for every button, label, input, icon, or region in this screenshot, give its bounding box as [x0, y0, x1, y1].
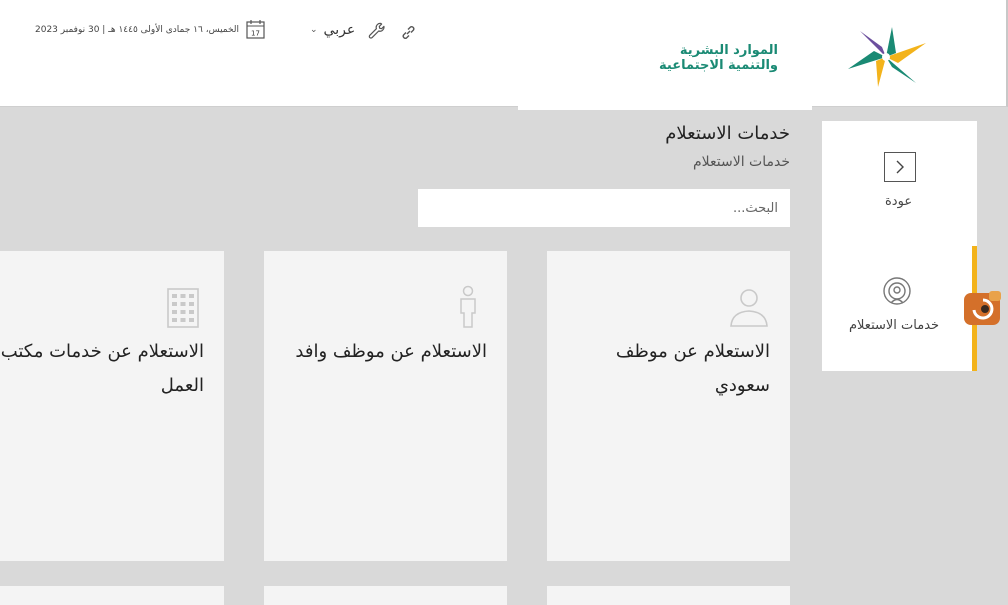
- language-selector[interactable]: ⌄ عربي: [310, 22, 355, 38]
- standing-person-icon: [460, 285, 476, 328]
- card-labor-office-inquiry[interactable]: الاستعلام عن خدمات مكتب العمل: [0, 251, 224, 561]
- inquiry-services-icon[interactable]: [881, 276, 913, 308]
- breadcrumb[interactable]: خدمات الاستعلام: [693, 154, 790, 170]
- card-title: الاستعلام عن موظف وافد: [295, 341, 487, 362]
- calendar-icon[interactable]: 17: [246, 19, 265, 39]
- logo-line-2: والتنمية الاجتماعية: [659, 58, 778, 73]
- search-input[interactable]: [418, 189, 790, 227]
- chat-bot-icon[interactable]: [963, 288, 1003, 328]
- inquiry-services-label[interactable]: خدمات الاستعلام: [849, 318, 939, 333]
- card-next-row[interactable]: [547, 586, 790, 605]
- logo-text: الموارد البشرية والتنمية الاجتماعية: [659, 43, 778, 73]
- back-label[interactable]: عودة: [885, 194, 912, 209]
- top-header: الخميس، ١٦ جمادى الأولى ١٤٤٥ هـ | 30 نوف…: [0, 0, 1008, 107]
- person-icon: [730, 289, 768, 327]
- current-date: الخميس، ١٦ جمادى الأولى ١٤٤٥ هـ | 30 نوف…: [35, 25, 240, 35]
- logo-mark-icon: [848, 27, 926, 87]
- link-icon[interactable]: [400, 24, 417, 41]
- page-title: خدمات الاستعلام: [665, 123, 790, 144]
- language-label: عربي: [323, 22, 356, 38]
- calendar-day: 17: [251, 30, 260, 38]
- logo-line-1: الموارد البشرية: [679, 43, 778, 58]
- chevron-right-icon: [896, 160, 904, 174]
- chevron-down-icon: ⌄: [310, 25, 318, 35]
- back-button[interactable]: [884, 152, 916, 182]
- header-tab-strip: [518, 106, 812, 110]
- card-next-row[interactable]: [264, 586, 507, 605]
- building-icon: [167, 288, 199, 328]
- wrench-icon[interactable]: [368, 22, 386, 40]
- ministry-logo[interactable]: الموارد البشرية والتنمية الاجتماعية: [659, 26, 938, 90]
- card-expat-employee-inquiry[interactable]: الاستعلام عن موظف وافد: [264, 251, 507, 561]
- card-saudi-employee-inquiry[interactable]: الاستعلام عن موظف سعودي: [547, 251, 790, 561]
- card-title: الاستعلام عن موظف سعودي: [615, 341, 770, 396]
- card-title: الاستعلام عن خدمات مكتب العمل: [0, 341, 204, 396]
- card-next-row[interactable]: [0, 586, 224, 605]
